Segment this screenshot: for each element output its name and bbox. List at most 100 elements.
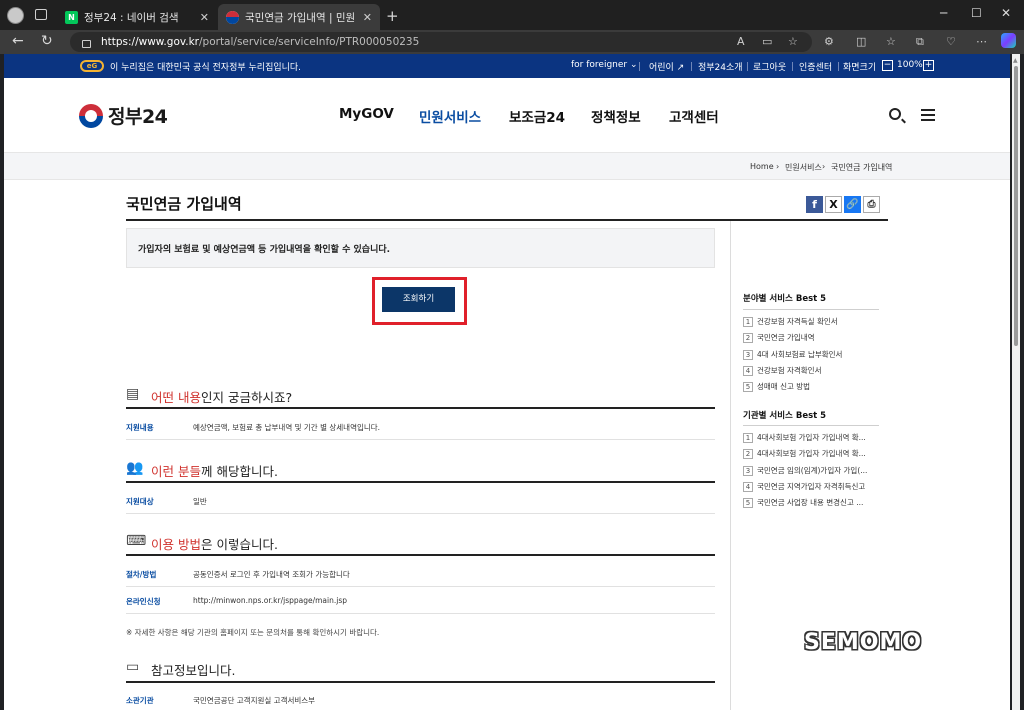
divider [747,62,748,71]
copy-link-icon[interactable]: 🔗 [844,196,861,213]
divider [691,62,692,71]
browser-tab-gov[interactable]: 국민연금 가입내역 | 민원 안내 및 ✕ [218,4,380,30]
url-input[interactable]: https://www.gov.kr/portal/service/servic… [70,32,812,52]
semomo-watermark: SEMOMO [804,630,923,655]
field-best5-item[interactable]: 4 건강보험 자격확인서 [743,365,873,376]
section-divider [126,681,715,683]
org-best5-item[interactable]: 1 4대사회보험 가입자 가입내역 확... [743,432,873,443]
online-apply-link[interactable]: http://minwon.nps.or.kr/jsppage/main.jsp [193,596,347,605]
cert-center-link[interactable]: 인증센터 [799,60,832,73]
zoom-in-button[interactable]: + [923,60,934,71]
field-best5-item[interactable]: 3 4대 사회보험료 납부확인서 [743,349,873,360]
logout-link[interactable]: 로그아웃 [753,60,786,73]
more-menu-icon[interactable]: ⋯ [976,35,987,48]
new-tab-icon[interactable]: + [386,7,399,25]
browser-tab-naver[interactable]: N 정부24 : 네이버 검색 ✕ [57,4,217,30]
section-divider [126,554,715,556]
maximize-icon[interactable]: ☐ [971,6,982,20]
row-value: 국민연금공단 고객지원실 고객서비스부 [193,696,316,705]
org-best5-item[interactable]: 3 국민연금 임의(임계)가입자 가입(... [743,465,873,476]
copilot-icon[interactable] [1001,33,1016,48]
zoom-out-button[interactable]: − [882,60,893,71]
field-best5-item[interactable]: 1 건강보험 자격득실 확인서 [743,316,873,327]
main-content: 국민연금 가입내역 f X 🔗 ⎙ 가입자의 보험료 및 예상연금액 등 가입내… [4,180,1010,710]
page-scrollbar[interactable]: ▲ [1012,54,1020,710]
row-divider [126,613,715,614]
refresh-icon[interactable]: ↻ [41,33,53,49]
search-icon[interactable] [889,108,901,120]
chevron-down-icon: ⌄ [629,60,638,70]
extensions-icon[interactable]: ⚙ [824,35,834,48]
breadcrumb-civil-service[interactable]: 민원서비스 [785,162,822,173]
profile-avatar-icon[interactable] [7,7,24,24]
field-best5-item[interactable]: 2 국민연금 가입내역 [743,332,873,343]
row-value: 예상연금액, 보험료 총 납부내역 및 기간 별 상세내역입니다. [193,423,381,432]
collections-icon[interactable]: ⧉ [916,35,924,49]
health-icon[interactable]: ♡ [946,35,956,48]
disclaimer-note: ※ 자세한 사항은 해당 기관의 홈페이지 또는 문의처를 통해 확인하시기 바… [126,628,380,637]
hamburger-menu-icon[interactable] [921,109,935,121]
back-icon[interactable]: ← [12,33,24,49]
nav-policy-info[interactable]: 정책정보 [591,106,641,126]
nav-mygov[interactable]: MyGOV [339,106,394,122]
sidebar-divider [743,309,879,310]
breadcrumb-current: 국민연금 가입내역 [831,163,893,172]
row-label: 지원내용 [126,423,154,432]
tab-actions-icon[interactable] [35,9,47,20]
row-value: 공동인증서 로그인 후 가입내역 조회가 가능합니다 [193,570,350,579]
favorite-star-icon[interactable]: ☆ [788,35,798,48]
official-site-notice[interactable]: 이 누리집은 대한민국 공식 전자정부 누리집입니다. [110,60,301,73]
tab-close-icon[interactable]: ✕ [363,11,372,24]
site-header: 정부24 MyGOV 민원서비스 보조금24 정책정보 고객센터 [4,78,1010,153]
about-gov24-link[interactable]: 정부24소개 [698,60,743,73]
favorites-icon[interactable]: ☆ [886,35,896,48]
org-best5-item[interactable]: 2 4대사회보험 가입자 가입내역 확... [743,448,873,459]
x-share-icon[interactable]: X [825,196,842,213]
org-best5-title: 기관별 서비스 Best 5 [743,411,827,421]
tab-close-icon[interactable]: ✕ [200,11,209,24]
divider [838,62,839,71]
inquiry-button[interactable]: 조회하기 [382,287,455,312]
field-best5-item[interactable]: 5 성매매 신고 방법 [743,381,873,392]
immersive-reader-icon[interactable]: ▭ [762,35,772,48]
breadcrumb-home[interactable]: Home [750,162,774,171]
url-path: /portal/service/serviceInfo/PTR000050235 [199,36,420,48]
read-aloud-icon[interactable]: A [737,35,745,48]
row-value: 일반 [193,497,207,506]
tab-title: 국민연금 가입내역 | 민원 안내 및 [245,11,357,24]
nav-subsidy24[interactable]: 보조금24 [509,106,565,126]
gov24-logo[interactable]: 정부24 [79,102,168,129]
browser-address-bar: ← ↻ https://www.gov.kr/portal/service/se… [0,30,1024,54]
sidebar-divider [743,425,879,426]
zoom-value: 100% [897,60,923,70]
nav-customer-center[interactable]: 고객센터 [669,106,719,126]
scrollbar-thumb[interactable] [1014,66,1018,346]
facebook-share-icon[interactable]: f [806,196,823,213]
minimize-icon[interactable]: ─ [940,6,947,20]
print-icon[interactable]: ⎙ [863,196,880,213]
for-foreigner-link[interactable]: for foreigner ⌄ [571,60,638,70]
row-divider [126,586,715,587]
row-label: 지원대상 [126,497,154,506]
org-best5-item[interactable]: 5 국민연금 사업장 내용 변경신고 ... [743,497,873,508]
split-screen-icon[interactable]: ◫ [856,35,866,48]
browser-tab-bar: N 정부24 : 네이버 검색 ✕ 국민연금 가입내역 | 민원 안내 및 ✕ … [0,0,1024,30]
web-page: eG 이 누리집은 대한민국 공식 전자정부 누리집입니다. for forei… [4,54,1010,710]
nav-civil-service[interactable]: 민원서비스 [419,106,481,126]
close-window-icon[interactable]: ✕ [1001,6,1011,20]
naver-favicon-icon: N [65,10,78,24]
org-best5-item[interactable]: 4 국민연금 지역가입자 자격취득신고 [743,481,873,492]
divider [639,62,640,71]
document-icon: ▤ [126,386,140,402]
row-label: 온라인신청 [126,597,161,606]
row-divider [126,513,715,514]
row-divider [126,439,715,440]
taeguk-logo-icon [79,103,103,128]
service-summary: 가입자의 보험료 및 예상연금액 등 가입내역을 확인할 수 있습니다. [126,228,715,268]
url-host: https://www.gov.kr [101,36,199,48]
brand-name: 정부24 [108,106,168,128]
tab-title: 정부24 : 네이버 검색 [84,11,179,24]
external-link-icon: ↗ [676,63,685,73]
kids-link[interactable]: 어린이 ↗ [649,60,684,73]
scroll-up-icon[interactable]: ▲ [1013,57,1018,64]
